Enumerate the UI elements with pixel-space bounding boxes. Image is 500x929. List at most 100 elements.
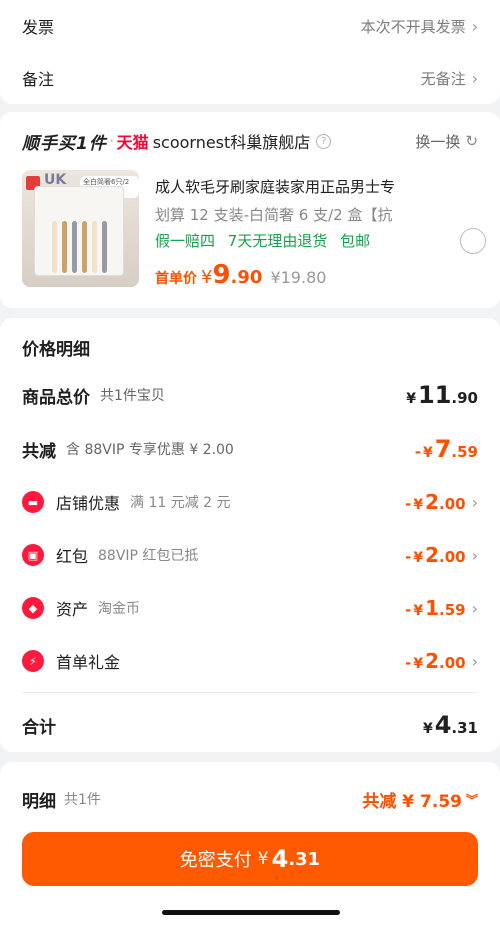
amount-integer: 7 [434,435,452,463]
price-detail-title: 价格明细 [22,340,90,360]
goods-total-sub: 共1件宝贝 [100,388,165,404]
minus-sign: - [405,601,412,619]
minus-sign: - [405,495,412,513]
pay-currency: ¥ [257,849,269,869]
shop-header: 顺手买1件 · 天猫 scoornest科巢旗舰店 ? 换一换 ↻ [0,112,500,170]
currency-symbol: ¥ [413,656,424,672]
price-integer: 9 [212,260,231,290]
product-item[interactable]: UK 全白简奢6只/2盒 成人软毛牙刷家庭装家用正品男士专 划算 12 支装-白… [22,170,486,296]
red-packet-icon: ▣ [22,544,44,566]
price-detail-card: 价格明细 商品总价 共1件宝贝 ¥ 11 .90 共减 含 88VIP 专享优惠… [0,318,500,752]
chevron-right-icon: › [471,651,478,671]
currency-symbol: ¥ [413,603,424,619]
amount-integer: 2 [425,649,440,673]
order-total-row: 合计 ¥ 4 .31 [22,698,478,752]
chevron-right-icon: › [471,492,478,512]
pay-button-label: 免密支付 [179,850,252,871]
toothbrush-shape [102,221,107,273]
minus-sign: - [405,654,412,672]
chevron-right-icon: › [471,545,478,565]
detail-count: 共1件 [64,792,101,808]
switch-label: 换一换 [415,132,461,151]
double-chevron-down-icon: ︾ [465,792,478,807]
detail-label: 明细 [22,791,56,812]
goods-total-amount: ¥ 11 .90 [406,381,478,409]
remark-label: 备注 [22,70,55,89]
question-icon[interactable]: ? [316,133,332,149]
refresh-icon: ↻ [465,132,478,150]
service-tag: 包邮 [340,232,371,250]
password-free-pay-button[interactable]: 免密支付 ¥ 4 .31 [22,832,478,886]
checkout-footer: 明细 共1件 共减 ¥ 7.59 ︾ 免密支付 ¥ 4 .31 [0,762,500,929]
discount-item-sub: 淘金币 [98,601,141,617]
product-info: 成人软毛牙刷家庭装家用正品男士专 划算 12 支装-白简奢 6 支/2 盒【抗 … [155,170,438,290]
price-decimal: .90 [230,267,263,288]
product-price: 首单价 ¥ 9 .90 ¥19.80 [155,260,438,290]
toothbrush-shape [72,221,77,273]
discount-item-amount: - ¥ 2 .00 [405,543,465,567]
remark-row[interactable]: 备注 无备注 › [0,52,500,104]
amount-integer: 11 [418,381,452,409]
home-indicator[interactable] [162,910,340,915]
discount-item-assets[interactable]: ◆ 资产 淘金币 - ¥ 1 .59 › [22,581,478,635]
amount-decimal: .59 [451,443,478,461]
select-radio[interactable] [460,228,486,254]
currency-symbol: ¥ [413,550,424,566]
add-one-badge: 顺手买1件 [22,133,107,154]
service-tag: 假一赔四 [155,232,216,250]
separator-dot: · [109,134,114,148]
total-discount-sub: 含 88VIP 专享优惠 ¥ 2.00 [66,442,234,458]
discount-item-amount: - ¥ 2 .00 [405,490,465,514]
discount-item-label: 首单礼金 [56,653,121,672]
discount-item-amount: - ¥ 2 .00 [405,649,465,673]
goods-total-label: 商品总价 [22,387,90,408]
amount-integer: 1 [425,596,440,620]
goods-total-row: 商品总价 共1件宝贝 ¥ 11 .90 [22,368,478,422]
detail-toggle[interactable]: 明细 共1件 共减 ¥ 7.59 ︾ [0,762,500,836]
remark-value: 无备注 [420,69,466,88]
total-discount-label: 共减 [22,441,56,462]
shop-coupon-icon: ▬ [22,491,44,513]
amount-decimal: .00 [439,548,466,566]
amount-decimal: .59 [439,601,466,619]
order-total-amount: ¥ 4 .31 [423,711,478,739]
discount-item-sub: 88VIP 红包已抵 [98,548,199,564]
chevron-right-icon: › [471,598,478,618]
toothbrush-shape [52,221,57,273]
total-discount-row: 共减 含 88VIP 专享优惠 ¥ 2.00 - ¥ 7 .59 [22,422,478,476]
amount-decimal: .00 [439,654,466,672]
toothbrush-shape [82,221,87,273]
shop-name[interactable]: scoornest科巢旗舰店 [153,129,311,153]
currency-symbol: ¥ [422,721,433,737]
pay-integer: 4 [271,845,289,873]
product-image[interactable]: UK 全白简奢6只/2盒 [22,170,139,287]
coin-tag-icon: ◆ [22,597,44,619]
discount-item-amount: - ¥ 1 .59 [405,596,465,620]
minus-sign: - [414,443,421,461]
discount-item-shop[interactable]: ▬ 店铺优惠 满 11 元减 2 元 - ¥ 2 .00 › [22,475,478,529]
service-tag: 7天无理由退货 [227,232,328,250]
pay-decimal: .31 [288,848,321,870]
order-options-card: 发票 本次不开具发票 › 备注 无备注 › [0,0,500,104]
toothbrush-shape [92,221,97,273]
order-total-label: 合计 [22,717,56,738]
amount-integer: 4 [434,711,452,739]
toothbrush-shape [62,221,67,273]
discount-item-label: 资产 [56,600,89,619]
product-title: 成人软毛牙刷家庭装家用正品男士专 [155,178,396,196]
toothbrush-box [34,186,124,276]
chevron-right-icon: › [471,68,478,88]
invoice-row[interactable]: 发票 本次不开具发票 › [0,0,500,52]
discount-item-redpacket[interactable]: ▣ 红包 88VIP 红包已抵 - ¥ 2 .00 › [22,528,478,582]
total-discount-amount: - ¥ 7 .59 [415,435,478,463]
chevron-right-icon: › [471,16,478,36]
amount-integer: 2 [425,490,440,514]
amount-decimal: .90 [451,389,478,407]
first-order-price-label: 首单价 [155,271,197,287]
discount-item-first-gift[interactable]: ⚡ 首单礼金 - ¥ 2 .00 › [22,634,478,688]
switch-product-button[interactable]: 换一换 ↻ [415,131,478,152]
product-services: 假一赔四 7天无理由退货 包邮 [155,230,438,252]
original-price: ¥19.80 [270,268,327,287]
invoice-value: 本次不开具发票 [360,17,466,36]
minus-sign: - [405,548,412,566]
